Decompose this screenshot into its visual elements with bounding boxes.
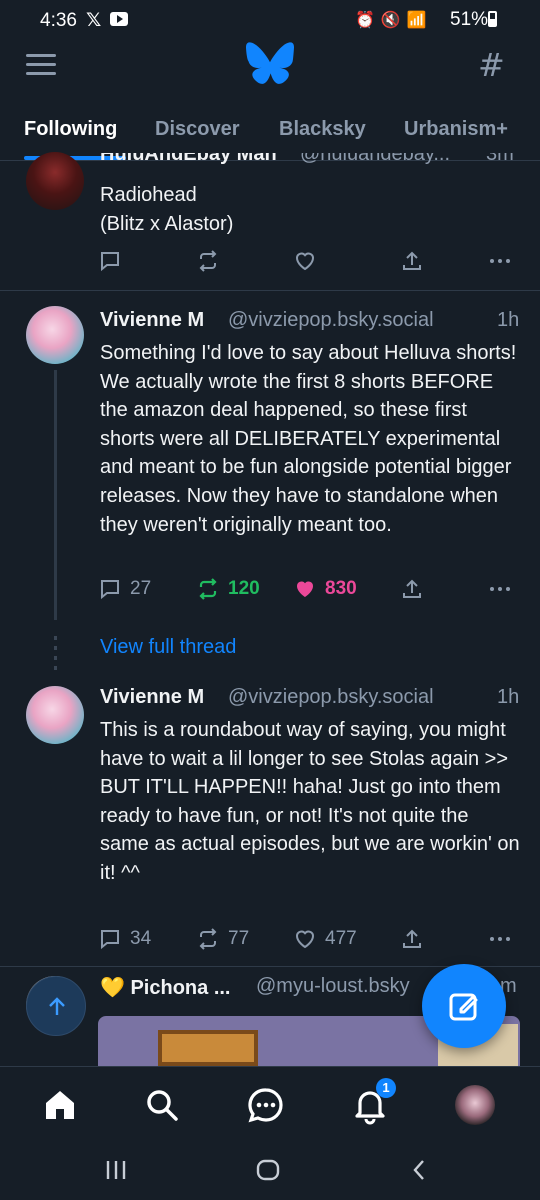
heart-filled-icon	[297, 581, 313, 597]
post-3-more-button[interactable]	[488, 926, 512, 952]
tab-urbanism[interactable]: Urbanism+	[404, 118, 508, 141]
post-3-share-button[interactable]	[400, 926, 424, 952]
post-4-handle[interactable]: @myu-loust.bsky	[256, 975, 410, 998]
battery-icon	[488, 11, 497, 27]
post-3-time: 1h	[497, 686, 520, 708]
compose-button[interactable]	[422, 964, 506, 1048]
post-3-repost-button[interactable]: 77	[196, 926, 249, 952]
home-icon[interactable]	[40, 1085, 80, 1125]
heart-icon	[295, 252, 315, 271]
post-1-avatar[interactable]	[26, 152, 84, 210]
post-3-avatar[interactable]	[26, 686, 84, 744]
post-3-text: This is a roundabout way of saying, you …	[100, 719, 520, 884]
repost-count: 77	[228, 928, 250, 949]
share-icon	[403, 579, 421, 598]
post-4-author-name[interactable]: 💛 Pichona ...	[100, 975, 231, 1000]
post-1-handle[interactable]: @huluandebay...	[300, 153, 450, 173]
post-2-time: 1h	[497, 309, 520, 331]
reply-icon	[101, 252, 119, 272]
post-1-time: 3m	[486, 153, 514, 165]
heart-icon	[295, 930, 315, 949]
post-2-avatar[interactable]	[26, 306, 84, 364]
post-2-text: Something I'd love to say about Helluva …	[100, 342, 517, 536]
reply-icon	[101, 580, 119, 600]
tab-following[interactable]: Following	[24, 118, 117, 141]
reply-count: 34	[130, 928, 152, 949]
post-2-repost-button[interactable]: 120	[196, 576, 260, 602]
post-1-author-name[interactable]: HuluAndEbay Man	[100, 153, 277, 173]
status-bar: 4:36 𝕏 ⏰🔇📶 51%	[0, 0, 540, 40]
compose-icon	[449, 993, 478, 1021]
home-button-icon[interactable]	[256, 1158, 280, 1182]
more-icon	[490, 259, 510, 263]
post-2-reply-button[interactable]: 27	[98, 576, 151, 602]
post-1-more-button[interactable]	[488, 248, 512, 274]
share-icon	[403, 929, 421, 948]
post-1-share-button[interactable]	[400, 248, 424, 274]
post-2-handle[interactable]: @vivziepop.bsky.social	[228, 309, 434, 332]
status-icons: ⏰🔇📶	[355, 12, 433, 29]
post-1-like-button[interactable]	[293, 248, 317, 274]
menu-icon[interactable]	[26, 52, 56, 78]
post-1-repost-button[interactable]	[196, 248, 220, 274]
post-divider	[0, 290, 540, 291]
share-icon	[403, 251, 421, 270]
post-3-reply-button[interactable]: 34	[98, 926, 151, 952]
post-3-like-button[interactable]: 477	[293, 926, 357, 952]
post-3-handle[interactable]: @vivziepop.bsky.social	[228, 686, 434, 709]
chat-icon[interactable]	[246, 1085, 286, 1125]
butterfly-logo[interactable]	[246, 42, 294, 86]
reply-count: 27	[130, 578, 152, 599]
status-time: 4:36	[40, 10, 77, 31]
more-icon	[490, 587, 510, 591]
back-icon[interactable]	[408, 1158, 432, 1182]
bottom-nav	[0, 1066, 540, 1142]
post-3-author-name[interactable]: Vivienne M	[100, 686, 204, 709]
thread-dot	[54, 646, 57, 650]
post-2-share-button[interactable]	[400, 576, 424, 602]
tab-discover[interactable]: Discover	[155, 118, 240, 141]
like-count: 830	[325, 578, 357, 599]
repost-icon	[199, 578, 217, 600]
youtube-icon	[110, 12, 128, 26]
hash-icon[interactable]: #	[478, 46, 505, 84]
thread-line	[54, 370, 57, 620]
arrow-up-icon	[49, 997, 65, 1015]
thread-dot	[54, 636, 57, 640]
search-icon[interactable]	[142, 1085, 182, 1125]
yellow-heart-emoji: 💛	[100, 977, 125, 999]
image-detail	[158, 1030, 258, 1066]
thread-dot	[54, 656, 57, 660]
profile-avatar[interactable]	[455, 1085, 495, 1125]
battery-percent: 51%	[450, 9, 489, 30]
post-1-text: Radiohead (Blitz x Alastor)	[100, 184, 234, 235]
repost-count: 120	[228, 578, 260, 599]
x-app-icon: 𝕏	[86, 10, 102, 31]
tab-blacksky[interactable]: Blacksky	[279, 118, 366, 141]
notification-badge: 1	[376, 1078, 396, 1098]
like-count: 477	[325, 928, 357, 949]
post-2-author-name[interactable]: Vivienne M	[100, 309, 204, 332]
thread-dot	[54, 666, 57, 670]
recent-apps-icon[interactable]	[104, 1158, 128, 1182]
repost-icon	[199, 250, 217, 272]
view-full-thread-link[interactable]: View full thread	[100, 636, 236, 659]
post-1-reply-button[interactable]	[98, 248, 122, 274]
more-icon	[490, 937, 510, 941]
post-2-more-button[interactable]	[488, 576, 512, 602]
scroll-to-top-button[interactable]	[26, 976, 86, 1036]
reply-icon	[101, 930, 119, 950]
post-2-like-button[interactable]: 830	[293, 576, 357, 602]
system-nav-bar	[0, 1142, 540, 1200]
repost-icon	[199, 928, 217, 950]
